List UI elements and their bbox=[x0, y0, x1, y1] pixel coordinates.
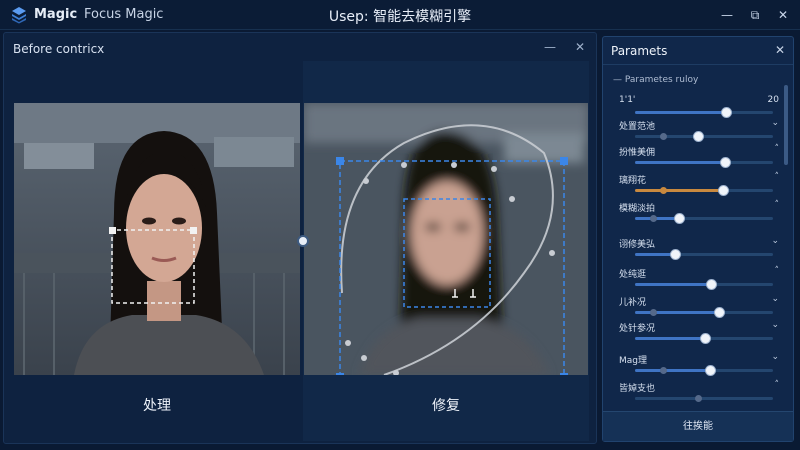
param-slider[interactable] bbox=[635, 307, 773, 318]
param-label: 处针参况 bbox=[619, 324, 656, 334]
before-photo bbox=[14, 103, 300, 375]
close-comparison-button[interactable]: ✕ bbox=[575, 40, 585, 54]
param-slider[interactable] bbox=[635, 131, 773, 142]
slider-marker bbox=[649, 215, 657, 222]
param-slider[interactable] bbox=[635, 365, 773, 376]
chevron-down-icon[interactable]: ⌄ bbox=[771, 294, 779, 304]
comparison-title: Before contricx bbox=[13, 42, 105, 56]
slider-marker bbox=[695, 395, 703, 402]
chevron-up-icon[interactable]: ˄ bbox=[775, 200, 780, 210]
after-photo bbox=[304, 103, 588, 375]
param-slider[interactable] bbox=[635, 213, 773, 224]
slider-marker bbox=[649, 309, 657, 316]
slider-marker bbox=[659, 133, 667, 140]
param-slider[interactable] bbox=[635, 395, 773, 402]
param-label: Mag理 bbox=[619, 356, 647, 366]
chevron-down-icon[interactable]: ⌄ bbox=[771, 118, 779, 128]
comparison-divider-handle[interactable] bbox=[297, 235, 309, 247]
param-slider[interactable] bbox=[635, 333, 773, 344]
param-label: 处纯逛 bbox=[619, 270, 647, 280]
param-row: 诩修美弘 ⌄ bbox=[613, 236, 779, 265]
after-image[interactable] bbox=[304, 103, 588, 375]
param-row: Mag理 ⌄ bbox=[613, 352, 779, 381]
param-slider[interactable] bbox=[635, 107, 773, 118]
param-label: 处置范池 bbox=[619, 122, 656, 132]
minimize-button[interactable]: — bbox=[717, 5, 737, 25]
slider-marker bbox=[659, 187, 667, 194]
slider-knob[interactable] bbox=[700, 333, 712, 344]
slider-marker bbox=[659, 367, 667, 374]
chevron-down-icon[interactable]: ⌄ bbox=[771, 352, 779, 362]
param-label: 扮惟美佣 bbox=[619, 148, 656, 158]
slider-knob[interactable] bbox=[721, 107, 733, 118]
after-label: 修复 bbox=[432, 398, 460, 414]
slider-knob[interactable] bbox=[705, 279, 717, 290]
window-title: Usep: 智能去模糊引擎 bbox=[328, 9, 472, 25]
slider-knob[interactable] bbox=[674, 213, 686, 224]
param-slider[interactable] bbox=[635, 157, 773, 168]
comparison-panel: Before contricx — ✕ 处理 修复 bbox=[3, 32, 597, 444]
chevron-down-icon[interactable]: ⌄ bbox=[771, 320, 779, 330]
before-label: 处理 bbox=[143, 398, 171, 414]
param-row: 模糊淡拍 ˄ bbox=[613, 200, 780, 229]
param-row: 皆婥支也 ˄ bbox=[613, 380, 780, 409]
pin-icon[interactable]: — bbox=[544, 40, 556, 54]
param-slider[interactable] bbox=[635, 185, 773, 196]
parameters-title: Paramets bbox=[611, 44, 668, 58]
chevron-up-icon[interactable]: ˄ bbox=[775, 266, 780, 276]
close-parameters-button[interactable]: ✕ bbox=[775, 43, 785, 57]
close-window-button[interactable]: ✕ bbox=[773, 5, 793, 25]
parameters-subtitle: — Parametes ruloy bbox=[613, 75, 699, 85]
param-row: 处置范池 ⌄ bbox=[613, 118, 779, 147]
param-label: 1'1' bbox=[619, 95, 636, 105]
param-row: 处针参况 ⌄ bbox=[613, 320, 779, 349]
slider-knob[interactable] bbox=[704, 365, 716, 376]
parameters-header: Paramets ✕ bbox=[603, 37, 793, 65]
slider-knob[interactable] bbox=[693, 131, 705, 142]
param-row: 扮惟美佣 ˄ bbox=[613, 144, 780, 173]
param-slider[interactable] bbox=[635, 279, 773, 290]
parameters-panel: Paramets ✕ — Parametes ruloy 1'1' 20 处置范… bbox=[602, 36, 794, 442]
param-row: 处纯逛 ˄ bbox=[613, 266, 780, 295]
chevron-up-icon[interactable]: ˄ bbox=[775, 380, 780, 390]
chevron-up-icon[interactable]: ˄ bbox=[775, 144, 780, 154]
chevron-up-icon[interactable]: ˄ bbox=[775, 172, 780, 182]
param-row: 儿补况 ⌄ bbox=[613, 294, 779, 323]
param-slider[interactable] bbox=[635, 249, 773, 260]
param-label: 儿补况 bbox=[619, 298, 647, 308]
chevron-down-icon[interactable]: ⌄ bbox=[771, 236, 779, 246]
maximize-button[interactable]: ⧉ bbox=[745, 5, 765, 25]
param-label: 璃翔花 bbox=[619, 176, 647, 186]
param-label: 皆婥支也 bbox=[619, 384, 656, 394]
param-label: 诩修美弘 bbox=[619, 240, 656, 250]
param-value: 20 bbox=[767, 95, 779, 105]
slider-knob[interactable] bbox=[670, 249, 682, 260]
param-label: 模糊淡拍 bbox=[619, 204, 656, 214]
parameters-scrollbar[interactable] bbox=[784, 85, 788, 165]
slider-knob[interactable] bbox=[718, 185, 730, 196]
before-image[interactable] bbox=[14, 103, 300, 375]
slider-knob[interactable] bbox=[719, 157, 731, 168]
param-row: 璃翔花 ˄ bbox=[613, 172, 780, 201]
slider-knob[interactable] bbox=[714, 307, 726, 318]
title-bar: Magic Focus Magic Usep: 智能去模糊引擎 — ⧉ ✕ bbox=[0, 0, 800, 30]
apply-button[interactable]: 往挨能 bbox=[603, 411, 793, 441]
